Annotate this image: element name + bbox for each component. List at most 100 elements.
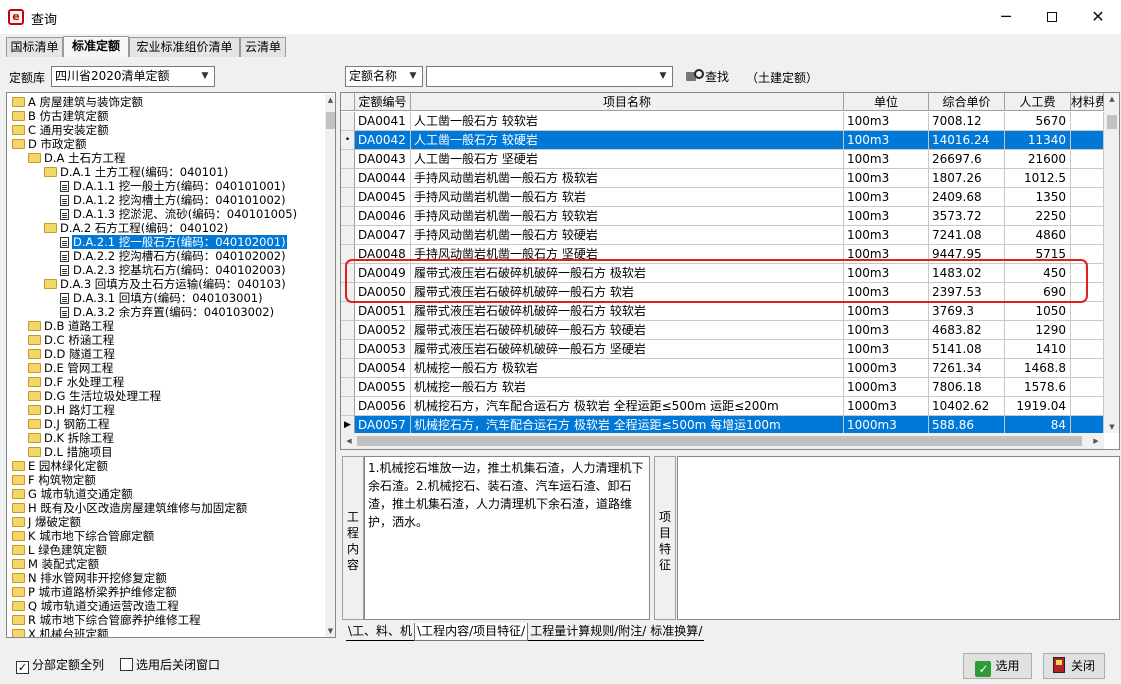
tree-item[interactable]: C 通用安装定额 xyxy=(12,123,110,137)
table-row[interactable]: DA0053 履带式液压岩石破碎机破碎一般石方 坚硬岩 100m3 5141.08 14… xyxy=(341,340,1104,359)
quota-tree[interactable]: A 房屋建筑与装饰定额 B 仿古建筑定额 C 通用安装定额 D 市政定额 D.A 土石方… xyxy=(6,92,336,638)
select-button[interactable]: ✓ 选用 xyxy=(963,653,1032,679)
tree-item[interactable]: D.A 土石方工程 xyxy=(28,151,127,165)
tree-item[interactable]: K 城市地下综合管廊定额 xyxy=(12,529,155,543)
work-content-text[interactable]: 1.机械挖石堆放一边，推土机集石渣，人力清理机下余石渣。2.机械挖石、装石渣、汽… xyxy=(364,456,650,620)
tree-item[interactable]: D.B 道路工程 xyxy=(28,319,115,333)
scroll-right-icon[interactable]: ▶ xyxy=(1088,435,1104,447)
search-input[interactable]: ▼ xyxy=(426,66,673,87)
search-field-select[interactable]: 定额名称 ▼ xyxy=(345,66,423,87)
tree-item[interactable]: F 构筑物定额 xyxy=(12,473,97,487)
tree-item[interactable]: D.C 桥涵工程 xyxy=(28,333,115,347)
tree-item[interactable]: D.A.1.2 挖沟槽土方(编码：040101002) xyxy=(60,193,287,207)
tree-item[interactable]: M 装配式定额 xyxy=(12,557,100,571)
minimize-button[interactable]: ─ xyxy=(983,0,1029,34)
grid-horizontal-scrollbar[interactable]: ◀ ▶ xyxy=(341,433,1104,449)
tree-item[interactable]: D.A.2.3 挖基坑石方(编码：040102003) xyxy=(60,263,287,277)
table-row[interactable]: DA0043 人工凿一般石方 坚硬岩 100m3 26697.6 21600 xyxy=(341,150,1104,169)
tree-item[interactable]: D 市政定额 xyxy=(12,137,88,151)
table-row[interactable]: DA0054 机械挖一般石方 极软岩 1000m3 7261.34 1468.8 xyxy=(341,359,1104,378)
close-after-select-checkbox[interactable]: 选用后关闭窗口 xyxy=(120,657,220,673)
tree-item[interactable]: D.A.2.2 挖沟槽石方(编码：040102002) xyxy=(60,249,287,263)
tree-item[interactable]: J 爆破定额 xyxy=(12,515,82,529)
scroll-down-icon[interactable]: ▼ xyxy=(1104,421,1119,433)
quota-grid[interactable]: 定额编号 项目名称 单位 综合单价 人工费 材料费 DA0041 人工凿一般石方 … xyxy=(340,92,1120,450)
tree-item[interactable]: Q 城市轨道交通运营改造工程 xyxy=(12,599,180,613)
tree-item[interactable]: D.L 措施项目 xyxy=(28,445,114,459)
tree-item[interactable]: D.H 路灯工程 xyxy=(28,403,116,417)
show-all-checkbox[interactable]: ✓ 分部定额全列 xyxy=(16,657,104,674)
tree-item[interactable]: D.A.1.1 挖一般土方(编码：040101001) xyxy=(60,179,287,193)
library-select[interactable]: 四川省2020清单定额 ▼ xyxy=(51,66,215,87)
tree-item[interactable]: E 园林绿化定额 xyxy=(12,459,109,473)
header-code[interactable]: 定额编号 xyxy=(355,93,411,111)
grid-vertical-thumb[interactable] xyxy=(1107,115,1117,129)
table-row[interactable]: DA0049 履带式液压岩石破碎机破碎一般石方 极软岩 100m3 1483.02 45… xyxy=(341,264,1104,283)
table-row[interactable]: DA0044 手持风动凿岩机凿一般石方 极软岩 100m3 1807.26 1012.5 xyxy=(341,169,1104,188)
table-row[interactable]: DA0051 履带式液压岩石破碎机破碎一般石方 较软岩 100m3 3769.3 105… xyxy=(341,302,1104,321)
tree-item[interactable]: B 仿古建筑定额 xyxy=(12,109,110,123)
tree-item[interactable]: X 机械台班定额 xyxy=(12,627,110,637)
tree-item[interactable]: D.A.1 土方工程(编码：040101) xyxy=(44,165,229,179)
tree-item[interactable]: D.E 管网工程 xyxy=(28,361,114,375)
tree-item[interactable]: R 城市地下综合管廊养护维修工程 xyxy=(12,613,202,627)
tab-standard-quota[interactable]: 标准定额 xyxy=(63,36,129,57)
tree-item[interactable]: D.A.3.2 余方弃置(编码：040103002) xyxy=(60,305,275,319)
tree-item[interactable]: A 房屋建筑与装饰定额 xyxy=(12,95,144,109)
item-features-text[interactable] xyxy=(677,456,1120,620)
cell-code: DA0045 xyxy=(355,188,411,207)
table-row[interactable]: • DA0042 人工凿一般石方 较硬岩 100m3 14016.24 11340 xyxy=(341,131,1104,150)
table-row[interactable]: DA0048 手持风动凿岩机凿一般石方 坚硬岩 100m3 9447.95 5715 xyxy=(341,245,1104,264)
scroll-down-icon[interactable]: ▼ xyxy=(325,625,335,637)
tab-standard-conversion[interactable]: 标准换算/ xyxy=(648,623,705,641)
tab-labor-material-machine[interactable]: \工、料、机 xyxy=(346,623,415,641)
header-price[interactable]: 综合单价 xyxy=(929,93,1005,111)
scroll-left-icon[interactable]: ◀ xyxy=(341,435,357,447)
tree-item[interactable]: P 城市道路桥梁养护维修定额 xyxy=(12,585,178,599)
find-button[interactable]: 查找 xyxy=(686,67,729,87)
row-indicator xyxy=(341,302,355,321)
tab-national-list[interactable]: 国标清单 xyxy=(6,37,63,57)
tree-item[interactable]: D.J 钢筋工程 xyxy=(28,417,111,431)
table-row[interactable]: DA0050 履带式液压岩石破碎机破碎一般石方 软岩 100m3 2397.53 690 xyxy=(341,283,1104,302)
tree-item[interactable]: D.A.2 石方工程(编码：040102) xyxy=(44,221,229,235)
tree-item[interactable]: D.A.3.1 回填方(编码：040103001) xyxy=(60,291,264,305)
tree-scrollbar[interactable]: ▲ ▼ xyxy=(325,94,335,637)
tree-scroll-thumb[interactable] xyxy=(326,112,335,129)
header-unit[interactable]: 单位 xyxy=(844,93,929,111)
tree-item[interactable]: D.A.1.3 挖淤泥、流砂(编码：040101005) xyxy=(60,207,298,221)
tab-calc-rules[interactable]: 工程量计算规则/附注/ xyxy=(528,623,649,641)
close-dialog-button[interactable]: 关闭 xyxy=(1043,653,1105,679)
tree-item[interactable]: D.F 水处理工程 xyxy=(28,375,125,389)
scroll-up-icon[interactable]: ▲ xyxy=(325,94,335,106)
tab-work-content[interactable]: \工程内容/项目特征/ xyxy=(414,623,529,641)
tree-item[interactable]: D.D 隧道工程 xyxy=(28,347,116,361)
cell-name: 手持风动凿岩机凿一般石方 极软岩 xyxy=(411,169,844,188)
table-row[interactable]: DA0045 手持风动凿岩机凿一般石方 软岩 100m3 2409.68 1350 xyxy=(341,188,1104,207)
cell-labor: 2250 xyxy=(1005,207,1071,226)
grid-vertical-scrollbar[interactable]: ▲ ▼ xyxy=(1104,93,1119,433)
close-button[interactable]: ✕ xyxy=(1075,0,1121,34)
tree-item[interactable]: D.K 拆除工程 xyxy=(28,431,115,445)
table-row[interactable]: DA0046 手持风动凿岩机凿一般石方 较软岩 100m3 3573.72 2250 xyxy=(341,207,1104,226)
table-row[interactable]: DA0041 人工凿一般石方 较软岩 100m3 7008.12 5670 xyxy=(341,112,1104,131)
header-labor[interactable]: 人工费 xyxy=(1005,93,1071,111)
header-material[interactable]: 材料费 xyxy=(1071,93,1104,111)
table-row[interactable]: DA0052 履带式液压岩石破碎机破碎一般石方 较硬岩 100m3 4683.82 12… xyxy=(341,321,1104,340)
tree-item[interactable]: D.G 生活垃圾处理工程 xyxy=(28,389,162,403)
scroll-up-icon[interactable]: ▲ xyxy=(1104,93,1119,105)
tab-cloud-list[interactable]: 云清单 xyxy=(240,37,286,57)
table-row[interactable]: DA0056 机械挖石方，汽车配合运石方 极软岩 全程运距≤500m 运距≤200… xyxy=(341,397,1104,416)
tree-item[interactable]: H 既有及小区改造房屋建筑维修与加固定额 xyxy=(12,501,248,515)
tab-hongye-standard[interactable]: 宏业标准组价清单 xyxy=(129,37,240,57)
maximize-button[interactable] xyxy=(1029,0,1075,34)
tree-item[interactable]: G 城市轨道交通定额 xyxy=(12,487,134,501)
header-name[interactable]: 项目名称 xyxy=(411,93,844,111)
tree-item[interactable]: D.A.2.1 挖一般石方(编码：040102001) xyxy=(60,235,287,249)
tree-item[interactable]: D.A.3 回填方及土石方运输(编码：040103) xyxy=(44,277,287,291)
table-row[interactable]: DA0055 机械挖一般石方 软岩 1000m3 7806.18 1578.6 xyxy=(341,378,1104,397)
table-row[interactable]: DA0047 手持风动凿岩机凿一般石方 较硬岩 100m3 7241.08 4860 xyxy=(341,226,1104,245)
grid-horizontal-thumb[interactable] xyxy=(357,436,1082,446)
tree-item[interactable]: N 排水管网非开挖修复定额 xyxy=(12,571,168,585)
tree-item[interactable]: L 绿色建筑定额 xyxy=(12,543,108,557)
